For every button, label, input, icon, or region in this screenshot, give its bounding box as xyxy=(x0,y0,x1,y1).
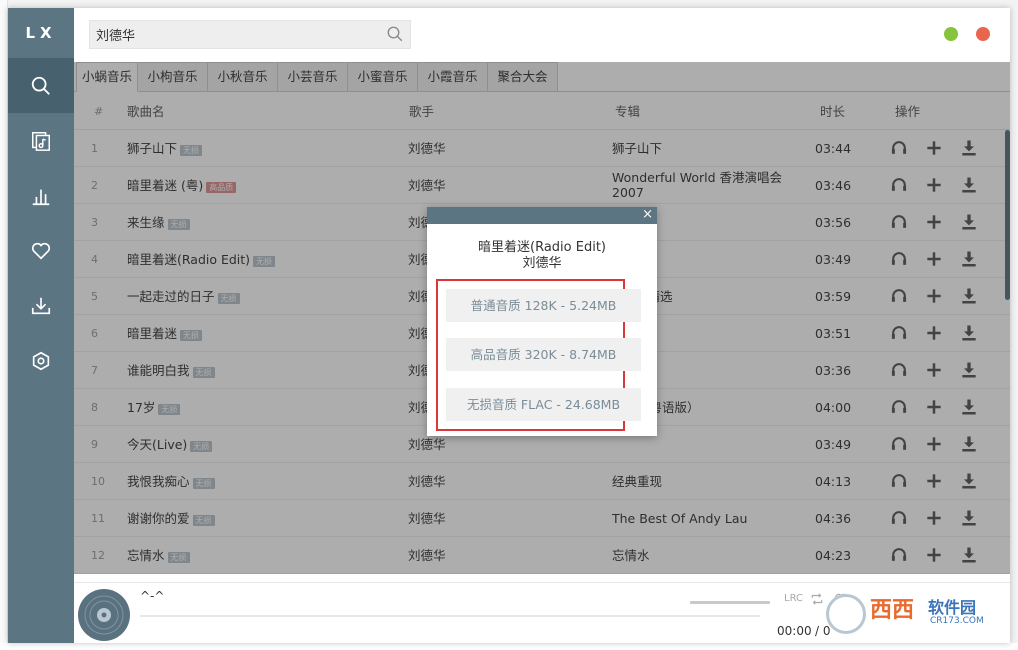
background-bottom xyxy=(0,643,1018,650)
current-time: 00:00 xyxy=(777,624,812,638)
search-icon xyxy=(31,76,50,95)
close-button[interactable] xyxy=(976,27,990,41)
minimize-button[interactable] xyxy=(944,27,958,41)
quality-128k-button[interactable]: 普通音质 128K - 5.24MB xyxy=(446,289,641,322)
watermark-logo xyxy=(826,594,866,634)
sidebar: LX xyxy=(8,8,74,643)
quality-flac-button[interactable]: 无损音质 FLAC - 24.68MB xyxy=(446,388,641,421)
dialog-close-icon[interactable]: × xyxy=(642,208,653,222)
nav-favorites[interactable] xyxy=(8,223,74,278)
nav-downloads[interactable] xyxy=(8,278,74,333)
nav-settings[interactable] xyxy=(8,333,74,388)
dialog-header: × xyxy=(427,207,657,224)
album-cover[interactable] xyxy=(78,589,130,641)
quality-options-highlight: 普通音质 128K - 5.24MB 高品音质 320K - 8.74MB 无损… xyxy=(436,279,641,431)
search-input[interactable] xyxy=(90,21,370,48)
chart-icon xyxy=(32,189,50,205)
quality-320k-button[interactable]: 高品音质 320K - 8.74MB xyxy=(446,338,641,371)
settings-icon xyxy=(32,351,50,370)
dialog-song-name: 暗里着迷(Radio Edit) xyxy=(478,240,606,255)
volume-slider[interactable] xyxy=(690,601,770,604)
background-window-strip xyxy=(0,0,8,650)
watermark-url: CR173.COM xyxy=(930,616,984,626)
app-logo: LX xyxy=(25,24,57,42)
lyrics-button[interactable]: LRC xyxy=(784,593,803,604)
header xyxy=(74,8,1010,60)
download-quality-dialog: × 暗里着迷(Radio Edit) 刘德华 普通音质 128K - 5.24M… xyxy=(427,207,657,436)
watermark-brand: 西西 xyxy=(870,598,915,623)
progress-bar[interactable] xyxy=(140,615,760,617)
heart-icon xyxy=(31,242,51,260)
nav-charts[interactable] xyxy=(8,168,74,223)
nav-music-list[interactable] xyxy=(8,113,74,168)
now-playing-title: ^-^ xyxy=(140,589,165,603)
download-icon xyxy=(31,297,51,314)
music-list-icon xyxy=(32,131,50,151)
site-watermark: 西西 软件园 CR173.COM xyxy=(820,588,1000,640)
nav-search[interactable] xyxy=(8,58,74,113)
search-icon[interactable] xyxy=(386,25,404,46)
dialog-artist: 刘德华 xyxy=(522,256,562,271)
search-box xyxy=(89,20,411,49)
watermark-text: 软件园 xyxy=(928,598,977,617)
disc-icon xyxy=(80,591,128,639)
